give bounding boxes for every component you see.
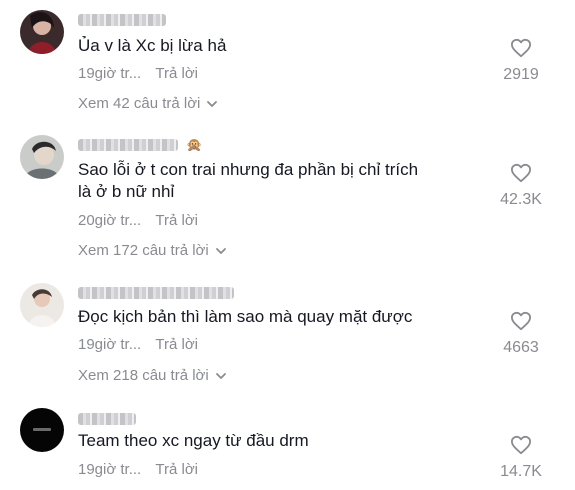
view-replies-button[interactable]: Xem 172 câu trả lời (78, 242, 227, 260)
comment-item: 🙊 Sao lỗi ở t con trai nhưng đa phần bị … (0, 125, 575, 265)
username[interactable] (78, 287, 234, 299)
comment-time: 19giờ tr... (78, 65, 142, 82)
view-replies-label: Xem 218 câu trả lời (78, 367, 209, 384)
like-area: 4663 (491, 311, 551, 357)
comment-meta: 19giờ tr... Trả lời (78, 65, 198, 83)
username-emoji: 🙊 (186, 137, 203, 152)
username[interactable] (78, 413, 136, 425)
like-area: 42.3K (491, 163, 551, 209)
comment-text: Team theo xc ngay từ đầu drm (78, 431, 309, 450)
view-replies-button[interactable]: Xem 218 câu trả lời (78, 367, 227, 385)
username[interactable] (78, 14, 166, 26)
chevron-down-icon (207, 101, 218, 107)
comment-meta: 20giờ tr... Trả lời (78, 212, 198, 230)
like-count: 42.3K (500, 191, 542, 208)
comment-meta: 19giờ tr... Trả lời (78, 461, 198, 479)
view-replies-label: Xem 42 câu trả lời (78, 95, 201, 112)
view-replies-button[interactable]: Xem 42 câu trả lời (78, 95, 218, 113)
like-count: 4663 (503, 339, 539, 356)
reply-button[interactable]: Trả lời (155, 212, 198, 229)
chevron-down-icon (215, 248, 226, 254)
avatar[interactable] (20, 408, 64, 452)
comment-time: 20giờ tr... (78, 212, 142, 229)
heart-outline-icon[interactable] (510, 311, 532, 331)
reply-button[interactable]: Trả lời (155, 336, 198, 353)
comment-item: Team theo xc ngay từ đầu drm 19giờ tr...… (0, 405, 575, 490)
reply-button[interactable]: Trả lời (155, 65, 198, 82)
avatar[interactable] (20, 10, 64, 54)
like-count: 2919 (503, 66, 539, 83)
comment-text: Ủa v là Xc bị lừa hả (78, 36, 227, 55)
comment-time: 19giờ tr... (78, 461, 142, 478)
comment-text: Sao lỗi ở t con trai nhưng đa phần bị ch… (78, 160, 419, 201)
comment-time: 19giờ tr... (78, 336, 142, 353)
chevron-down-icon (215, 373, 226, 379)
like-count: 14.7K (500, 463, 542, 480)
reply-button[interactable]: Trả lời (155, 461, 198, 478)
heart-outline-icon[interactable] (510, 38, 532, 58)
avatar[interactable] (20, 135, 64, 179)
like-area: 2919 (491, 38, 551, 84)
like-area: 14.7K (491, 435, 551, 481)
comment-item: Đọc kịch bản thì làm sao mà quay mặt đượ… (0, 275, 575, 395)
avatar[interactable] (20, 283, 64, 327)
heart-outline-icon[interactable] (510, 435, 532, 455)
comment-meta: 19giờ tr... Trả lời (78, 336, 198, 354)
comment-item: Ủa v là Xc bị lừa hả 19giờ tr... Trả lời… (0, 0, 575, 120)
username[interactable] (78, 139, 178, 151)
heart-outline-icon[interactable] (510, 163, 532, 183)
comment-text: Đọc kịch bản thì làm sao mà quay mặt đượ… (78, 307, 413, 326)
view-replies-label: Xem 172 câu trả lời (78, 242, 209, 259)
